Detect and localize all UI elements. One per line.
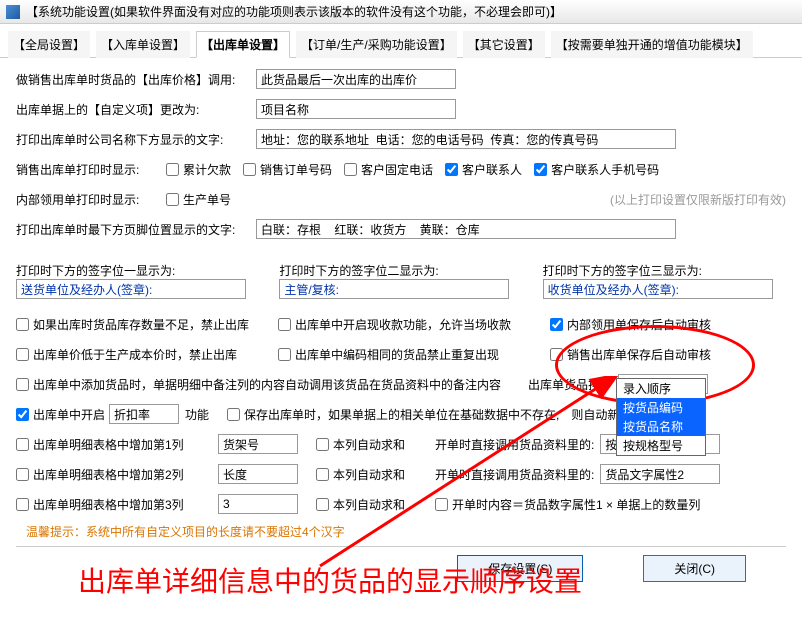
chk-copy-remark-label: 出库单中添加货品时，单据明细中备注列的内容自动调用该货品在货品资料中的备注内容 — [33, 376, 501, 393]
chk-col2-autosum-label: 本列自动求和 — [333, 466, 405, 483]
chk-prod-no[interactable]: 生产单号 — [166, 191, 231, 208]
chk-col3-formula-label: 开单时内容＝货品数字属性1 × 单据上的数量列 — [452, 496, 700, 513]
sign2-input[interactable] — [279, 279, 509, 299]
item-sort-dropdown[interactable]: 录入顺序 按货品编码 按货品名称 按规格型号 — [616, 378, 706, 456]
tab-global[interactable]: 【全局设置】 — [8, 31, 90, 58]
chk-order-no[interactable]: 销售订单号码 — [243, 161, 332, 178]
chk-extra-col1[interactable]: 出库单明细表格中增加第1列 — [16, 436, 206, 453]
chk-no-stock-forbid-label: 如果出库时货品库存数量不足，禁止出库 — [33, 316, 249, 333]
window-title: 【系统功能设置(如果软件界面没有对应的功能项则表示该版本的软件没有这个功能，不必… — [26, 3, 562, 20]
sort-opt-spec[interactable]: 按规格型号 — [617, 436, 705, 455]
chk-internal-autoapprove-label: 内部领用单保存后自动审核 — [567, 316, 711, 333]
tab-addon[interactable]: 【按需要单独开通的增值功能模块】 — [551, 31, 753, 58]
footer-text-label: 打印出库单时最下方页脚位置显示的文字: — [16, 221, 256, 238]
price-source-label: 做销售出库单时货品的【出库价格】调用: — [16, 71, 256, 88]
sort-opt-code[interactable]: 按货品编码 — [617, 398, 705, 417]
chk-copy-remark[interactable]: 出库单中添加货品时，单据明细中备注列的内容自动调用该货品在货品资料中的备注内容 — [16, 376, 516, 393]
chk-sales-autoapprove[interactable]: 销售出库单保存后自动审核 — [550, 346, 711, 363]
chk-cust-mobile-label: 客户联系人手机号码 — [551, 161, 659, 178]
extra-col2-select[interactable] — [218, 464, 298, 484]
extra-col1-select[interactable] — [218, 434, 298, 454]
chk-cust-contact-label: 客户联系人 — [462, 161, 522, 178]
chk-below-cost-forbid[interactable]: 出库单价低于生产成本价时，禁止出库 — [16, 346, 266, 363]
chk-order-no-label: 销售订单号码 — [260, 161, 332, 178]
chk-below-cost-forbid-label: 出库单价低于生产成本价时，禁止出库 — [33, 346, 237, 363]
sign1-label: 打印时下方的签字位一显示为: — [16, 262, 259, 279]
sign2-label: 打印时下方的签字位二显示为: — [279, 262, 522, 279]
chk-extra-col3[interactable]: 出库单明细表格中增加第3列 — [16, 496, 206, 513]
item-sort-label: 出库单货品排序 — [528, 376, 612, 393]
sort-opt-entry[interactable]: 录入顺序 — [617, 379, 705, 398]
chk-cust-phone-label: 客户固定电话 — [361, 161, 433, 178]
extra-col3-select[interactable] — [218, 494, 298, 514]
price-source-select[interactable] — [256, 69, 456, 89]
sales-print-label: 销售出库单打印时显示: — [16, 161, 166, 178]
chk-extra-col1-label: 出库单明细表格中增加第1列 — [33, 436, 184, 453]
footer-text-input[interactable] — [256, 219, 676, 239]
discount-type-select[interactable] — [109, 404, 179, 424]
chk-cash-collect[interactable]: 出库单中开启现收款功能，允许当场收款 — [278, 316, 538, 333]
chk-enable-discount[interactable]: 出库单中开启 — [16, 406, 105, 423]
title-bar: 【系统功能设置(如果软件界面没有对应的功能项则表示该版本的软件没有这个功能，不必… — [0, 0, 802, 24]
chk-dup-code-forbid[interactable]: 出库单中编码相同的货品禁止重复出现 — [278, 346, 538, 363]
tab-inbound[interactable]: 【入库单设置】 — [96, 31, 190, 58]
sign3-input[interactable] — [543, 279, 773, 299]
chk-col2-autosum[interactable]: 本列自动求和 — [316, 466, 405, 483]
chk-no-stock-forbid[interactable]: 如果出库时货品库存数量不足，禁止出库 — [16, 316, 266, 333]
chk-extra-col2[interactable]: 出库单明细表格中增加第2列 — [16, 466, 206, 483]
chk-col3-autosum-label: 本列自动求和 — [333, 496, 405, 513]
annotation-text: 出库单详细信息中的货品的显示顺序设置 — [78, 560, 582, 600]
discount-suffix: 功能 — [185, 406, 209, 423]
print-note: (以上打印设置仅限新版打印有效) — [610, 191, 786, 208]
chk-cust-phone[interactable]: 客户固定电话 — [344, 161, 433, 178]
tab-other[interactable]: 【其它设置】 — [463, 31, 545, 58]
chk-dup-code-forbid-label: 出库单中编码相同的货品禁止重复出现 — [295, 346, 499, 363]
chk-col1-autosum-label: 本列自动求和 — [333, 436, 405, 453]
chk-extra-col2-label: 出库单明细表格中增加第2列 — [33, 466, 184, 483]
chk-enable-discount-label: 出库单中开启 — [33, 406, 105, 423]
chk-accum-debt[interactable]: 累计欠款 — [166, 161, 231, 178]
chk-col3-autosum[interactable]: 本列自动求和 — [316, 496, 405, 513]
custom-field-label: 出库单据上的【自定义项】更改为: — [16, 101, 256, 118]
chk-col3-formula[interactable]: 开单时内容＝货品数字属性1 × 单据上的数量列 — [435, 496, 700, 513]
close-button[interactable]: 关闭(C) — [643, 555, 746, 582]
col2-source-select[interactable] — [600, 464, 720, 484]
tab-outbound[interactable]: 【出库单设置】 — [196, 31, 290, 58]
chk-prod-no-label: 生产单号 — [183, 191, 231, 208]
col2-source-label: 开单时直接调用货品资料里的: — [435, 466, 594, 483]
chk-cust-contact[interactable]: 客户联系人 — [445, 161, 522, 178]
chk-col1-autosum[interactable]: 本列自动求和 — [316, 436, 405, 453]
company-footer-input[interactable] — [256, 129, 676, 149]
chk-extra-col3-label: 出库单明细表格中增加第3列 — [33, 496, 184, 513]
warm-tip: 温馨提示：系统中所有自定义项目的长度请不要超过4个汉字 — [26, 523, 786, 540]
chk-cash-collect-label: 出库单中开启现收款功能，允许当场收款 — [295, 316, 511, 333]
app-icon — [6, 5, 20, 19]
chk-sales-autoapprove-label: 销售出库单保存后自动审核 — [567, 346, 711, 363]
custom-field-select[interactable] — [256, 99, 456, 119]
chk-internal-autoapprove[interactable]: 内部领用单保存后自动审核 — [550, 316, 711, 333]
sign3-label: 打印时下方的签字位三显示为: — [543, 262, 786, 279]
chk-auto-add-base-label: 保存出库单时，如果单据上的相关单位在基础数据中不存在, — [244, 406, 559, 423]
internal-print-label: 内部领用单打印时显示: — [16, 191, 166, 208]
sort-opt-name[interactable]: 按货品名称 — [617, 417, 705, 436]
tab-content: 做销售出库单时货品的【出库价格】调用: 出库单据上的【自定义项】更改为: 打印出… — [0, 58, 802, 592]
chk-cust-mobile[interactable]: 客户联系人手机号码 — [534, 161, 659, 178]
chk-accum-debt-label: 累计欠款 — [183, 161, 231, 178]
chk-auto-add-base[interactable]: 保存出库单时，如果单据上的相关单位在基础数据中不存在, — [227, 406, 559, 423]
sign1-input[interactable] — [16, 279, 246, 299]
tab-strip: 【全局设置】 【入库单设置】 【出库单设置】 【订单/生产/采购功能设置】 【其… — [0, 24, 802, 58]
col1-source-label: 开单时直接调用货品资料里的: — [435, 436, 594, 453]
company-footer-label: 打印出库单时公司名称下方显示的文字: — [16, 131, 256, 148]
tab-order-prod[interactable]: 【订单/生产/采购功能设置】 — [296, 31, 457, 58]
